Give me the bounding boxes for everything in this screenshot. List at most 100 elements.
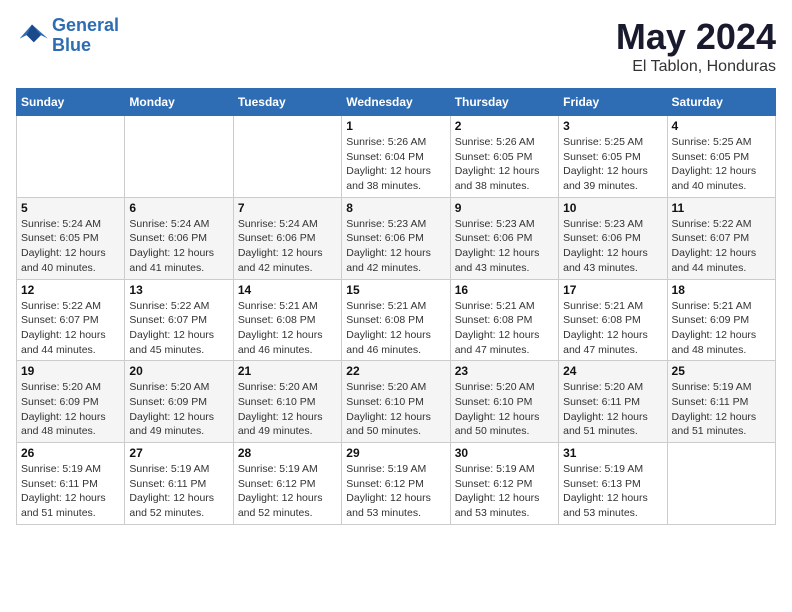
calendar-cell: 27 Sunrise: 5:19 AM Sunset: 6:11 PM Dayli… [125, 443, 233, 525]
day-info: Sunrise: 5:25 AM Sunset: 6:05 PM Dayligh… [672, 135, 771, 194]
day-number: 5 [21, 201, 120, 215]
day-number: 24 [563, 364, 662, 378]
day-number: 16 [455, 283, 554, 297]
calendar-cell: 9Sunrise: 5:23 AM Sunset: 6:06 PM Daylig… [450, 197, 558, 279]
day-info: Sunrise: 5:20 AM Sunset: 6:10 PM Dayligh… [346, 380, 445, 439]
calendar-cell: 6Sunrise: 5:24 AM Sunset: 6:06 PM Daylig… [125, 197, 233, 279]
day-info: Sunrise: 5:19 AM Sunset: 6:12 PM Dayligh… [346, 462, 445, 521]
day-number: 29 [346, 446, 445, 460]
day-number: 19 [21, 364, 120, 378]
calendar-cell: 3 Sunrise: 5:25 AM Sunset: 6:05 PM Daylig… [559, 116, 667, 198]
day-number: 2 [455, 119, 554, 133]
day-number: 3 [563, 119, 662, 133]
day-info: Sunrise: 5:24 AM Sunset: 6:05 PM Dayligh… [21, 217, 120, 276]
calendar-cell [233, 116, 341, 198]
day-info: Sunrise: 5:26 AM Sunset: 6:05 PM Dayligh… [455, 135, 554, 194]
day-number: 11 [672, 201, 771, 215]
calendar-cell: 31 Sunrise: 5:19 AM Sunset: 6:13 PM Dayli… [559, 443, 667, 525]
day-number: 4 [672, 119, 771, 133]
calendar-week-row: 12 Sunrise: 5:22 AM Sunset: 6:07 PM Dayli… [17, 279, 776, 361]
day-info: Sunrise: 5:21 AM Sunset: 6:08 PM Dayligh… [238, 299, 337, 358]
calendar-cell: 10 Sunrise: 5:23 AM Sunset: 6:06 PM Dayli… [559, 197, 667, 279]
logo: General Blue [16, 16, 119, 56]
day-info: Sunrise: 5:19 AM Sunset: 6:13 PM Dayligh… [563, 462, 662, 521]
calendar-cell: 18Sunrise: 5:21 AM Sunset: 6:09 PM Dayli… [667, 279, 775, 361]
day-info: Sunrise: 5:20 AM Sunset: 6:11 PM Dayligh… [563, 380, 662, 439]
day-number: 20 [129, 364, 228, 378]
day-info: Sunrise: 5:24 AM Sunset: 6:06 PM Dayligh… [238, 217, 337, 276]
calendar-cell: 2 Sunrise: 5:26 AM Sunset: 6:05 PM Daylig… [450, 116, 558, 198]
day-number: 10 [563, 201, 662, 215]
calendar-cell: 24 Sunrise: 5:20 AM Sunset: 6:11 PM Dayli… [559, 361, 667, 443]
weekday-header-friday: Friday [559, 89, 667, 116]
day-info: Sunrise: 5:22 AM Sunset: 6:07 PM Dayligh… [21, 299, 120, 358]
day-info: Sunrise: 5:21 AM Sunset: 6:09 PM Dayligh… [672, 299, 771, 358]
day-info: Sunrise: 5:26 AM Sunset: 6:04 PM Dayligh… [346, 135, 445, 194]
calendar-body: 1 Sunrise: 5:26 AM Sunset: 6:04 PM Daylig… [17, 116, 776, 525]
calendar-cell: 20 Sunrise: 5:20 AM Sunset: 6:09 PM Dayli… [125, 361, 233, 443]
logo-bird-icon [16, 22, 48, 50]
day-info: Sunrise: 5:19 AM Sunset: 6:11 PM Dayligh… [129, 462, 228, 521]
title-block: May 2024 El Tablon, Honduras [616, 16, 776, 76]
calendar-cell [17, 116, 125, 198]
day-number: 17 [563, 283, 662, 297]
day-info: Sunrise: 5:20 AM Sunset: 6:10 PM Dayligh… [455, 380, 554, 439]
weekday-header-row: SundayMondayTuesdayWednesdayThursdayFrid… [17, 89, 776, 116]
day-info: Sunrise: 5:21 AM Sunset: 6:08 PM Dayligh… [455, 299, 554, 358]
day-number: 8 [346, 201, 445, 215]
day-info: Sunrise: 5:19 AM Sunset: 6:12 PM Dayligh… [455, 462, 554, 521]
day-number: 26 [21, 446, 120, 460]
day-info: Sunrise: 5:20 AM Sunset: 6:09 PM Dayligh… [21, 380, 120, 439]
weekday-header-monday: Monday [125, 89, 233, 116]
calendar-cell: 13Sunrise: 5:22 AM Sunset: 6:07 PM Dayli… [125, 279, 233, 361]
weekday-header-wednesday: Wednesday [342, 89, 450, 116]
calendar-cell: 16 Sunrise: 5:21 AM Sunset: 6:08 PM Dayli… [450, 279, 558, 361]
calendar-cell: 11 Sunrise: 5:22 AM Sunset: 6:07 PM Dayli… [667, 197, 775, 279]
calendar-cell: 29 Sunrise: 5:19 AM Sunset: 6:12 PM Dayli… [342, 443, 450, 525]
day-number: 25 [672, 364, 771, 378]
logo-text: General Blue [52, 16, 119, 56]
calendar-cell: 5 Sunrise: 5:24 AM Sunset: 6:05 PM Daylig… [17, 197, 125, 279]
weekday-header-tuesday: Tuesday [233, 89, 341, 116]
day-info: Sunrise: 5:22 AM Sunset: 6:07 PM Dayligh… [672, 217, 771, 276]
day-info: Sunrise: 5:23 AM Sunset: 6:06 PM Dayligh… [563, 217, 662, 276]
day-info: Sunrise: 5:19 AM Sunset: 6:11 PM Dayligh… [672, 380, 771, 439]
day-number: 21 [238, 364, 337, 378]
calendar-header: SundayMondayTuesdayWednesdayThursdayFrid… [17, 89, 776, 116]
day-number: 31 [563, 446, 662, 460]
day-info: Sunrise: 5:25 AM Sunset: 6:05 PM Dayligh… [563, 135, 662, 194]
day-info: Sunrise: 5:23 AM Sunset: 6:06 PM Dayligh… [346, 217, 445, 276]
day-number: 9 [455, 201, 554, 215]
calendar-cell: 17 Sunrise: 5:21 AM Sunset: 6:08 PM Dayli… [559, 279, 667, 361]
calendar-cell [667, 443, 775, 525]
calendar-table: SundayMondayTuesdayWednesdayThursdayFrid… [16, 88, 776, 525]
calendar-cell: 25 Sunrise: 5:19 AM Sunset: 6:11 PM Dayli… [667, 361, 775, 443]
calendar-cell: 15 Sunrise: 5:21 AM Sunset: 6:08 PM Dayli… [342, 279, 450, 361]
weekday-header-sunday: Sunday [17, 89, 125, 116]
calendar-week-row: 5 Sunrise: 5:24 AM Sunset: 6:05 PM Daylig… [17, 197, 776, 279]
day-info: Sunrise: 5:20 AM Sunset: 6:09 PM Dayligh… [129, 380, 228, 439]
calendar-cell: 26 Sunrise: 5:19 AM Sunset: 6:11 PM Dayli… [17, 443, 125, 525]
calendar-cell: 1 Sunrise: 5:26 AM Sunset: 6:04 PM Daylig… [342, 116, 450, 198]
day-info: Sunrise: 5:21 AM Sunset: 6:08 PM Dayligh… [346, 299, 445, 358]
day-info: Sunrise: 5:20 AM Sunset: 6:10 PM Dayligh… [238, 380, 337, 439]
day-number: 1 [346, 119, 445, 133]
day-number: 22 [346, 364, 445, 378]
weekday-header-thursday: Thursday [450, 89, 558, 116]
day-number: 14 [238, 283, 337, 297]
day-number: 6 [129, 201, 228, 215]
day-number: 30 [455, 446, 554, 460]
day-number: 15 [346, 283, 445, 297]
day-number: 12 [21, 283, 120, 297]
day-info: Sunrise: 5:21 AM Sunset: 6:08 PM Dayligh… [563, 299, 662, 358]
day-info: Sunrise: 5:19 AM Sunset: 6:11 PM Dayligh… [21, 462, 120, 521]
calendar-cell: 23Sunrise: 5:20 AM Sunset: 6:10 PM Dayli… [450, 361, 558, 443]
day-number: 13 [129, 283, 228, 297]
month-title: May 2024 [616, 16, 776, 58]
calendar-cell: 19 Sunrise: 5:20 AM Sunset: 6:09 PM Dayli… [17, 361, 125, 443]
page-header: General Blue May 2024 El Tablon, Hondura… [16, 16, 776, 76]
day-number: 27 [129, 446, 228, 460]
calendar-cell: 7Sunrise: 5:24 AM Sunset: 6:06 PM Daylig… [233, 197, 341, 279]
calendar-week-row: 1 Sunrise: 5:26 AM Sunset: 6:04 PM Daylig… [17, 116, 776, 198]
calendar-cell: 8 Sunrise: 5:23 AM Sunset: 6:06 PM Daylig… [342, 197, 450, 279]
